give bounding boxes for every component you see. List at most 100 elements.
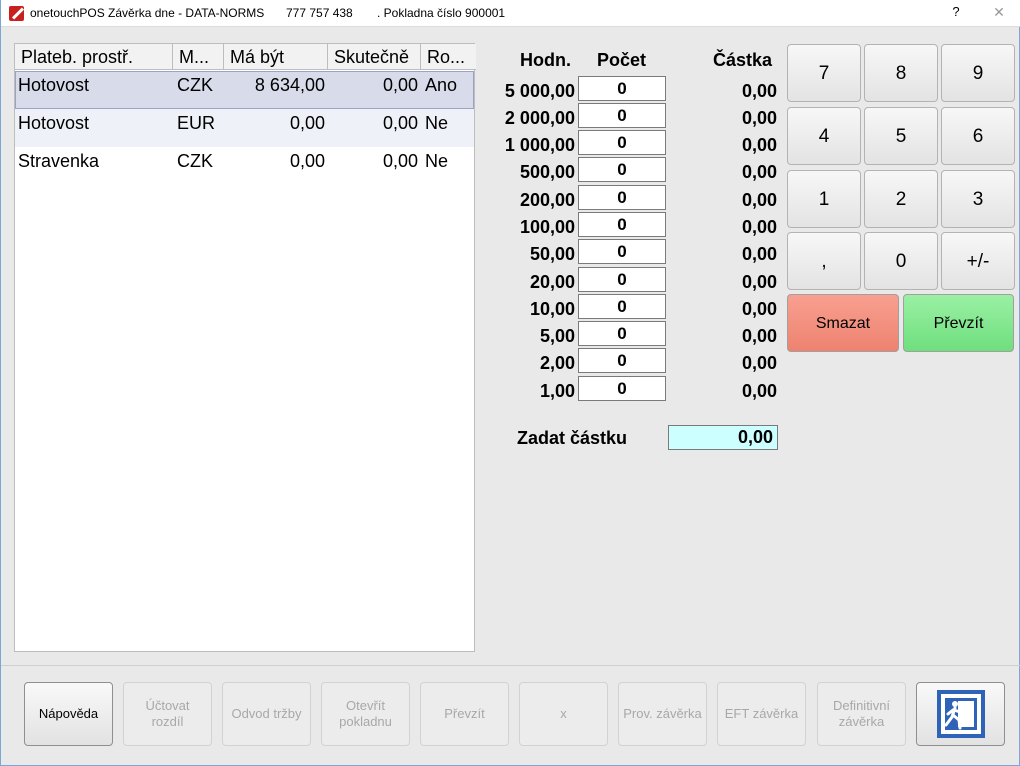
book-difference-button[interactable]: Účtovat rozdíl <box>123 682 212 746</box>
denomination-value: 1 000,00 <box>504 135 575 155</box>
count-header: Počet <box>597 50 647 70</box>
title-bar: onetouchPOS Závěrka dne - DATA-NORMS 777… <box>1 0 1020 27</box>
count-input[interactable]: 0 <box>578 376 666 401</box>
take-over-button[interactable]: Převzít <box>903 294 1014 352</box>
keypad-key-0[interactable]: 0 <box>864 232 938 290</box>
count-input[interactable]: 0 <box>578 76 666 101</box>
exit-button[interactable] <box>916 682 1005 746</box>
denomination-header: Hodn. <box>520 50 571 70</box>
close-button[interactable]: ✕ <box>989 4 1009 22</box>
final-closing-button[interactable]: Definitivní závěrka <box>817 682 906 746</box>
denomination-value: 1,00 <box>539 381 575 401</box>
denomination-value: 2,00 <box>539 353 575 373</box>
enter-amount-input[interactable]: 0,00 <box>668 425 778 450</box>
amount-value: 0,00 <box>741 244 777 264</box>
keypad-key-2[interactable]: 2 <box>864 170 938 228</box>
denomination-value: 50,00 <box>529 244 575 264</box>
column-header-method[interactable]: Plateb. prostř. <box>15 44 173 70</box>
cell-actual: 0,00 <box>382 151 418 171</box>
provisional-closing-button[interactable]: Prov. závěrka <box>618 682 707 746</box>
amount-value: 0,00 <box>741 108 777 128</box>
eft-closing-button[interactable]: EFT závěrka <box>717 682 806 746</box>
count-input[interactable]: 0 <box>578 157 666 182</box>
amount-value: 0,00 <box>741 299 777 319</box>
amount-value: 0,00 <box>741 162 777 182</box>
table-row[interactable]: Hotovost EUR 0,00 0,00 Ne <box>15 109 474 147</box>
table-row[interactable]: Stravenka CZK 0,00 0,00 Ne <box>15 147 474 185</box>
denomination-value: 500,00 <box>519 162 575 182</box>
cell-currency: EUR <box>177 113 216 133</box>
denomination-value: 2 000,00 <box>504 108 575 128</box>
clear-button[interactable]: Smazat <box>787 294 899 352</box>
keypad-key-comma[interactable]: , <box>787 232 861 290</box>
cell-method: Hotovost <box>18 113 90 133</box>
count-input[interactable]: 0 <box>578 239 666 264</box>
amount-value: 0,00 <box>741 326 777 346</box>
register-number: . Pokladna číslo 900001 <box>377 6 506 20</box>
count-input[interactable]: 0 <box>578 267 666 292</box>
amount-value: 0,00 <box>741 217 777 237</box>
column-header-currency[interactable]: M... <box>173 44 224 70</box>
cell-difference: Ano <box>425 75 458 95</box>
table-row-selected[interactable]: Hotovost CZK 8 634,00 0,00 Ano <box>15 71 474 109</box>
pos-window: onetouchPOS Závěrka dne - DATA-NORMS 777… <box>0 0 1020 766</box>
keypad-key-6[interactable]: 6 <box>941 107 1015 165</box>
keypad-key-4[interactable]: 4 <box>787 107 861 165</box>
cell-currency: CZK <box>177 75 213 95</box>
amount-value: 0,00 <box>741 272 777 292</box>
grid-header: Plateb. prostř. M... Má být Skutečně Ro.… <box>15 44 476 70</box>
count-input[interactable]: 0 <box>578 185 666 210</box>
phone-number: 777 757 438 <box>286 6 353 20</box>
x-button[interactable]: x <box>519 682 608 746</box>
count-input[interactable]: 0 <box>578 130 666 155</box>
keypad-key-5[interactable]: 5 <box>864 107 938 165</box>
column-header-difference[interactable]: Ro... <box>421 44 476 70</box>
open-drawer-button[interactable]: Otevřít pokladnu <box>321 682 410 746</box>
amount-value: 0,00 <box>741 190 777 210</box>
count-input[interactable]: 0 <box>578 103 666 128</box>
cell-expected: 0,00 <box>289 151 325 171</box>
keypad-key-7[interactable]: 7 <box>787 44 861 102</box>
denomination-value: 5 000,00 <box>504 81 575 101</box>
denomination-value: 200,00 <box>519 190 575 210</box>
cell-actual: 0,00 <box>382 75 418 95</box>
app-logo-icon <box>9 6 24 21</box>
take-over-toolbar-button[interactable]: Převzít <box>420 682 509 746</box>
column-header-actual[interactable]: Skutečně <box>328 44 421 70</box>
keypad-key-1[interactable]: 1 <box>787 170 861 228</box>
help-toolbar-button[interactable]: Nápověda <box>24 682 113 746</box>
denomination-value: 5,00 <box>539 326 575 346</box>
amount-value: 0,00 <box>741 135 777 155</box>
exit-door-icon <box>937 690 985 738</box>
count-input[interactable]: 0 <box>578 321 666 346</box>
cell-method: Hotovost <box>18 75 90 95</box>
keypad-key-3[interactable]: 3 <box>941 170 1015 228</box>
denomination-value: 20,00 <box>529 272 575 292</box>
cell-currency: CZK <box>177 151 213 171</box>
amount-value: 0,00 <box>741 381 777 401</box>
count-input[interactable]: 0 <box>578 348 666 373</box>
keypad-key-plus-minus[interactable]: +/- <box>941 232 1015 290</box>
help-button[interactable]: ? <box>947 4 965 22</box>
window-title: onetouchPOS Závěrka dne - DATA-NORMS <box>30 6 265 20</box>
amount-value: 0,00 <box>741 81 777 101</box>
cell-difference: Ne <box>425 151 449 171</box>
enter-amount-label: Zadat částku <box>517 428 628 448</box>
cell-expected: 0,00 <box>289 113 325 133</box>
keypad-key-9[interactable]: 9 <box>941 44 1015 102</box>
denomination-value: 100,00 <box>519 217 575 237</box>
cell-method: Stravenka <box>18 151 100 171</box>
keypad-key-8[interactable]: 8 <box>864 44 938 102</box>
amount-header: Částka <box>713 50 773 70</box>
cell-expected: 8 634,00 <box>254 75 325 95</box>
cell-difference: Ne <box>425 113 449 133</box>
count-input[interactable]: 0 <box>578 212 666 237</box>
payment-methods-grid[interactable]: Plateb. prostř. M... Má být Skutečně Ro.… <box>14 43 476 652</box>
cash-withdrawal-button[interactable]: Odvod tržby <box>222 682 311 746</box>
count-input[interactable]: 0 <box>578 294 666 319</box>
column-header-expected[interactable]: Má být <box>224 44 328 70</box>
toolbar-divider <box>1 665 1020 666</box>
denomination-value: 10,00 <box>529 299 575 319</box>
cell-actual: 0,00 <box>382 113 418 133</box>
amount-value: 0,00 <box>741 353 777 373</box>
